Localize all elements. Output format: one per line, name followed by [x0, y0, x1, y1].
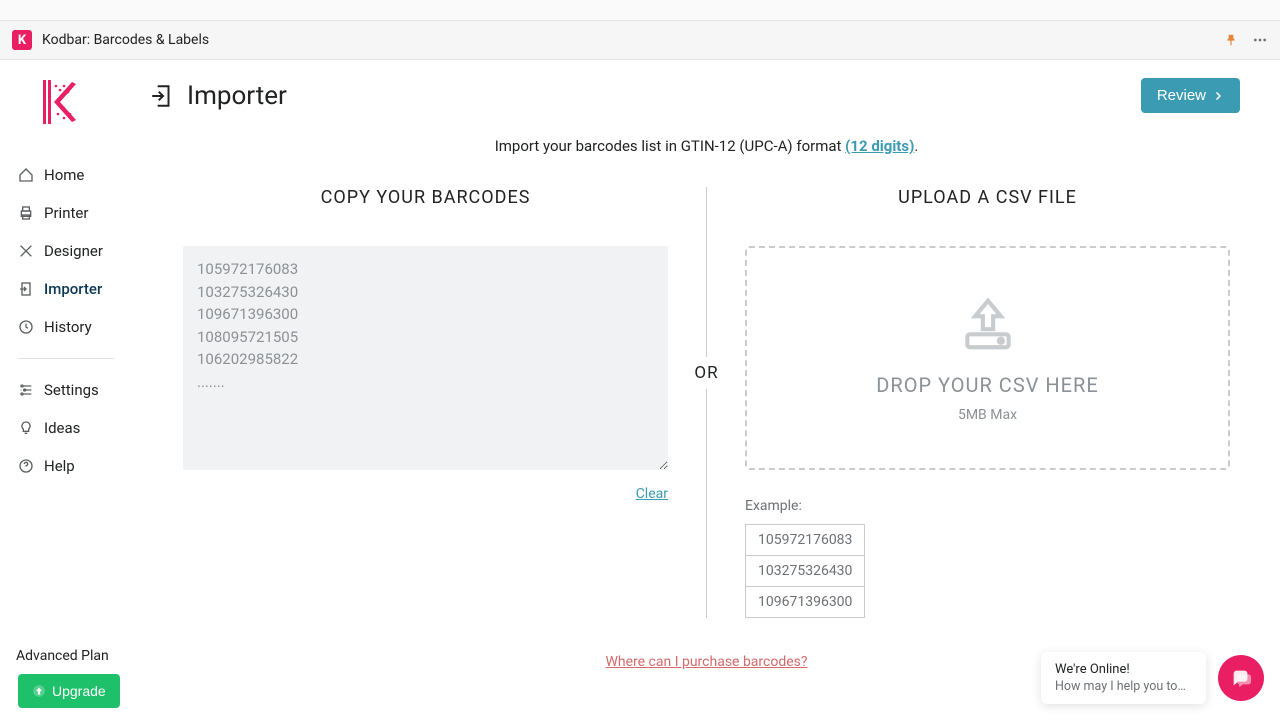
review-label: Review — [1157, 87, 1206, 104]
sidebar-item-label: Settings — [44, 381, 99, 399]
chat-fab[interactable] — [1218, 655, 1264, 701]
instruction-text: Import your barcodes list in GTIN-12 (UP… — [145, 137, 1268, 155]
example-table: 105972176083 103275326430 109671396300 — [745, 524, 865, 618]
example-cell: 103275326430 — [746, 556, 864, 587]
home-icon — [18, 167, 34, 183]
help-icon — [18, 458, 34, 474]
chevron-right-icon — [1212, 90, 1224, 102]
sidebar-item-help[interactable]: Help — [18, 447, 144, 485]
barcodes-textarea[interactable] — [183, 246, 668, 470]
chat-icon — [1230, 667, 1252, 689]
pin-icon[interactable] — [1224, 33, 1238, 47]
page-title: Importer — [187, 81, 287, 111]
sidebar-item-designer[interactable]: Designer — [18, 232, 144, 270]
importer-icon — [18, 281, 34, 297]
logo — [40, 78, 80, 126]
designer-icon — [18, 243, 34, 259]
column-divider: OR — [706, 187, 707, 618]
main-content: Importer Review Import your barcodes lis… — [145, 60, 1280, 720]
settings-icon — [18, 382, 34, 398]
copy-heading: COPY YOUR BARCODES — [183, 187, 668, 208]
chat-bubble[interactable]: We're Online! How may I help you toda... — [1041, 652, 1206, 704]
app-header: K Kodbar: Barcodes & Labels — [0, 21, 1280, 60]
ideas-icon — [18, 420, 34, 436]
import-page-icon — [149, 83, 175, 109]
sidebar-item-label: Home — [44, 166, 84, 184]
example-cell: 109671396300 — [746, 587, 864, 617]
sidebar-item-label: Help — [44, 457, 75, 475]
example-label: Example: — [745, 498, 1230, 514]
sidebar-item-label: Ideas — [44, 419, 80, 437]
chat-widget: We're Online! How may I help you toda... — [1041, 652, 1264, 704]
sidebar-item-label: Printer — [44, 204, 88, 222]
more-icon[interactable] — [1252, 32, 1268, 48]
sidebar-item-label: Importer — [44, 280, 102, 298]
copy-barcodes-column: COPY YOUR BARCODES Clear — [145, 187, 706, 618]
sidebar-item-ideas[interactable]: Ideas — [18, 409, 144, 447]
plan-label: Advanced Plan — [16, 648, 144, 664]
review-button[interactable]: Review — [1141, 78, 1240, 113]
sidebar-nav: Home Printer Designer Importer History — [18, 156, 144, 485]
sidebar-item-printer[interactable]: Printer — [18, 194, 144, 232]
sidebar-item-label: History — [44, 318, 92, 336]
dropzone-subtitle: 5MB Max — [958, 407, 1017, 423]
upload-csv-column: UPLOAD A CSV FILE DROP YOUR CSV HERE 5MB… — [707, 187, 1268, 618]
sidebar-item-history[interactable]: History — [18, 308, 144, 346]
app-title: Kodbar: Barcodes & Labels — [42, 32, 209, 48]
chat-subtitle: How may I help you toda... — [1055, 679, 1192, 694]
window-topbar — [0, 0, 1280, 21]
printer-icon — [18, 205, 34, 221]
dropzone-title: DROP YOUR CSV HERE — [876, 373, 1098, 397]
sidebar: Home Printer Designer Importer History — [0, 60, 145, 720]
upgrade-label: Upgrade — [52, 683, 106, 699]
upload-icon — [957, 293, 1019, 355]
clear-link[interactable]: Clear — [183, 486, 668, 502]
history-icon — [18, 319, 34, 335]
upgrade-icon — [32, 684, 46, 698]
chat-title: We're Online! — [1055, 662, 1192, 677]
sidebar-divider — [18, 358, 114, 359]
csv-dropzone[interactable]: DROP YOUR CSV HERE 5MB Max — [745, 246, 1230, 470]
upload-heading: UPLOAD A CSV FILE — [745, 187, 1230, 208]
sidebar-item-home[interactable]: Home — [18, 156, 144, 194]
app-icon: K — [12, 30, 32, 50]
upgrade-button[interactable]: Upgrade — [18, 674, 120, 708]
example-cell: 105972176083 — [746, 525, 864, 556]
or-label: OR — [694, 357, 718, 389]
sidebar-item-label: Designer — [44, 242, 103, 260]
sidebar-item-importer[interactable]: Importer — [18, 270, 144, 308]
sidebar-item-settings[interactable]: Settings — [18, 371, 144, 409]
